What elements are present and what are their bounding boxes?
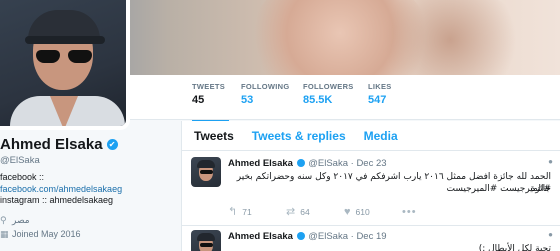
bio-facebook-link[interactable]: facebook.com/ahmedelsakaeg bbox=[0, 184, 122, 194]
stat-following[interactable]: FOLLOWING 53 bbox=[241, 82, 290, 106]
bio-instagram: instagram :: ahmedelsakaeg bbox=[0, 195, 114, 205]
location-pin-icon: ⚲ bbox=[0, 214, 7, 225]
tweet-avatar[interactable] bbox=[191, 230, 221, 251]
stat-label: FOLLOWERS bbox=[303, 82, 354, 91]
verified-icon bbox=[296, 159, 305, 167]
heart-icon: ♥ bbox=[344, 205, 351, 218]
retweet-icon: ⇄ bbox=[286, 206, 296, 218]
stat-followers[interactable]: FOLLOWERS 85.5K bbox=[303, 82, 354, 106]
tab-tweets[interactable]: Tweets bbox=[194, 129, 234, 143]
tweet-date[interactable]: Dec 19 bbox=[356, 231, 386, 242]
tweet-author-handle: @ElSaka bbox=[308, 158, 348, 169]
tweet-divider bbox=[182, 225, 560, 226]
tweet-author-name[interactable]: Ahmed Elsaka bbox=[228, 231, 293, 242]
stat-value: 547 bbox=[368, 94, 387, 106]
like-button[interactable]: ♥ 610 bbox=[344, 205, 402, 218]
stat-likes[interactable]: LIKES 547 bbox=[368, 82, 392, 106]
tweet-hashtags[interactable]: #الميرجيست #الميرجيست bbox=[228, 183, 552, 195]
profile-handle: @ElSaka bbox=[0, 155, 40, 166]
stat-label: FOLLOWING bbox=[241, 82, 290, 91]
more-icon: ••• bbox=[402, 205, 417, 218]
timeline-tabs: Tweets Tweets & replies Media bbox=[182, 121, 560, 151]
stat-value: 45 bbox=[192, 94, 205, 106]
timeline: Tweets Tweets & replies Media Ahmed Elsa… bbox=[181, 121, 560, 251]
tweet-date[interactable]: Dec 23 bbox=[356, 158, 386, 169]
profile-joined: ▦ Joined May 2016 bbox=[0, 228, 81, 239]
reply-icon: ↰ bbox=[228, 206, 238, 218]
calendar-icon: ▦ bbox=[0, 228, 9, 239]
reply-count: 71 bbox=[242, 206, 252, 217]
tweet[interactable]: Ahmed Elsaka @ElSaka · Dec 23 ● الحمد لل… bbox=[182, 157, 560, 227]
caret-down-icon[interactable]: ● bbox=[548, 157, 553, 166]
tab-tweets-replies[interactable]: Tweets & replies bbox=[252, 129, 346, 143]
tab-media[interactable]: Media bbox=[364, 129, 398, 143]
tweet-avatar[interactable] bbox=[191, 157, 221, 187]
verified-icon: ✔ bbox=[106, 139, 118, 150]
like-count: 610 bbox=[355, 206, 370, 217]
tweet-author-name[interactable]: Ahmed Elsaka bbox=[228, 158, 293, 169]
twitter-profile-page: TWEETS 45 FOLLOWING 53 FOLLOWERS 85.5K L… bbox=[0, 0, 560, 251]
tweet-text: تحية لكل الأبطال :) bbox=[478, 244, 551, 251]
profile-location: ⚲ مصر bbox=[0, 214, 30, 225]
profile-bio: facebook :: facebook.com/ahmedelsakaeg i… bbox=[0, 172, 180, 207]
profile-avatar[interactable] bbox=[0, 0, 130, 130]
tweet[interactable]: Ahmed Elsaka @ElSaka · Dec 19 ● تحية لكل… bbox=[182, 230, 560, 251]
tweet-actions: ↰ 71 ⇄ 64 ♥ 610 ••• bbox=[228, 205, 460, 219]
more-button[interactable]: ••• bbox=[402, 205, 460, 218]
bio-facebook-label: facebook :: bbox=[0, 172, 45, 182]
caret-down-icon[interactable]: ● bbox=[548, 230, 553, 239]
tweet-author-handle: @ElSaka bbox=[308, 231, 348, 242]
stat-value: 85.5K bbox=[303, 94, 333, 106]
stat-value: 53 bbox=[241, 94, 254, 106]
verified-icon bbox=[296, 232, 305, 240]
profile-name[interactable]: Ahmed Elsaka bbox=[0, 136, 103, 153]
retweet-button[interactable]: ⇄ 64 bbox=[286, 205, 344, 218]
stat-label: TWEETS bbox=[192, 82, 226, 91]
stat-label: LIKES bbox=[368, 82, 392, 91]
retweet-count: 64 bbox=[300, 206, 310, 217]
reply-button[interactable]: ↰ 71 bbox=[228, 205, 286, 218]
stat-tweets[interactable]: TWEETS 45 bbox=[192, 82, 230, 123]
profile-card: Ahmed Elsaka ✔ @ElSaka facebook :: faceb… bbox=[0, 136, 180, 241]
